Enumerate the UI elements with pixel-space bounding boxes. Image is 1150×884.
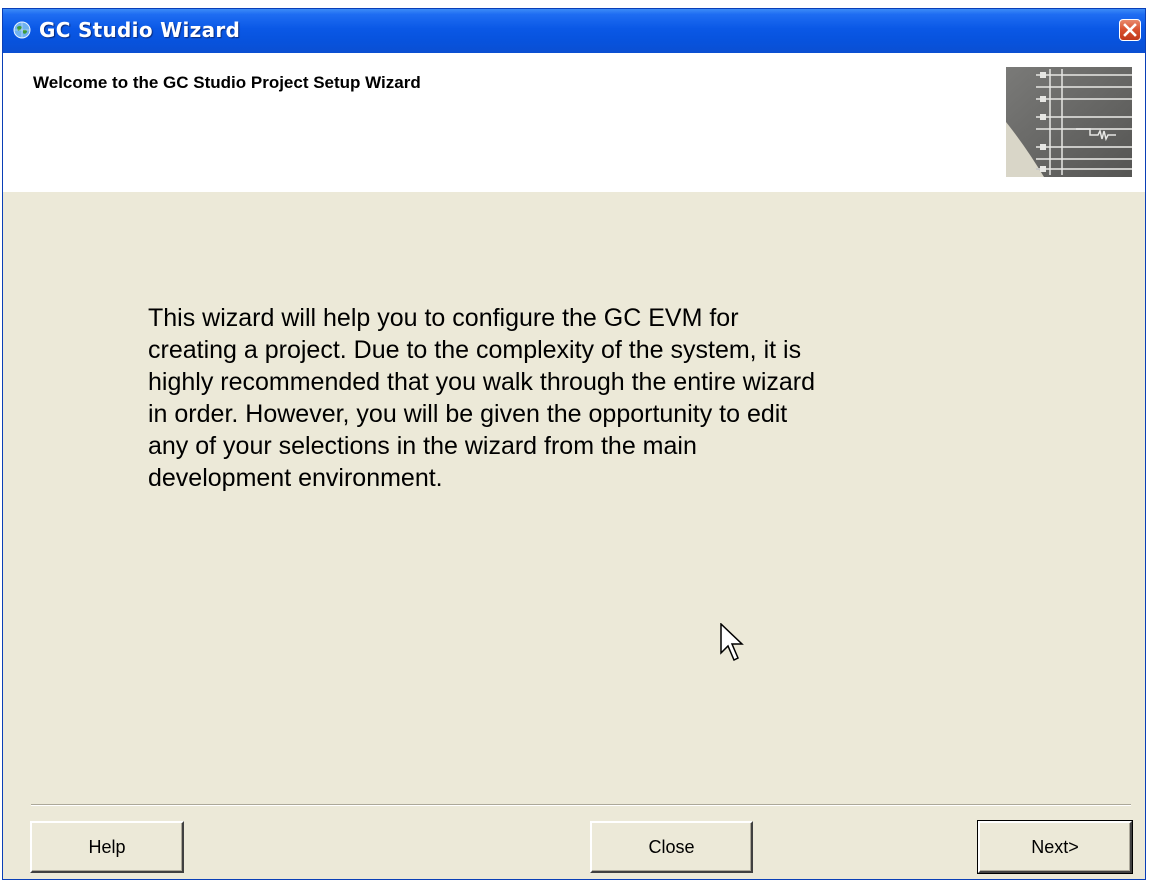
window-title: GC Studio Wizard [39,18,241,42]
close-button[interactable]: Close [590,821,753,873]
wizard-graphic [1006,67,1132,177]
wizard-window: GC Studio Wizard Welcome to the GC Studi… [2,8,1146,880]
wizard-description: This wizard will help you to configure t… [148,304,816,492]
globe-icon [13,21,31,39]
mouse-cursor-icon [720,622,744,665]
footer-separator [31,804,1131,806]
window-close-button[interactable] [1119,19,1141,41]
wizard-header: Welcome to the GC Studio Project Setup W… [3,53,1145,192]
header-title: Welcome to the GC Studio Project Setup W… [33,73,421,92]
help-button[interactable]: Help [30,821,184,873]
title-bar[interactable]: GC Studio Wizard [3,9,1145,53]
close-icon [1123,23,1137,37]
next-button[interactable]: Next> [977,820,1133,874]
